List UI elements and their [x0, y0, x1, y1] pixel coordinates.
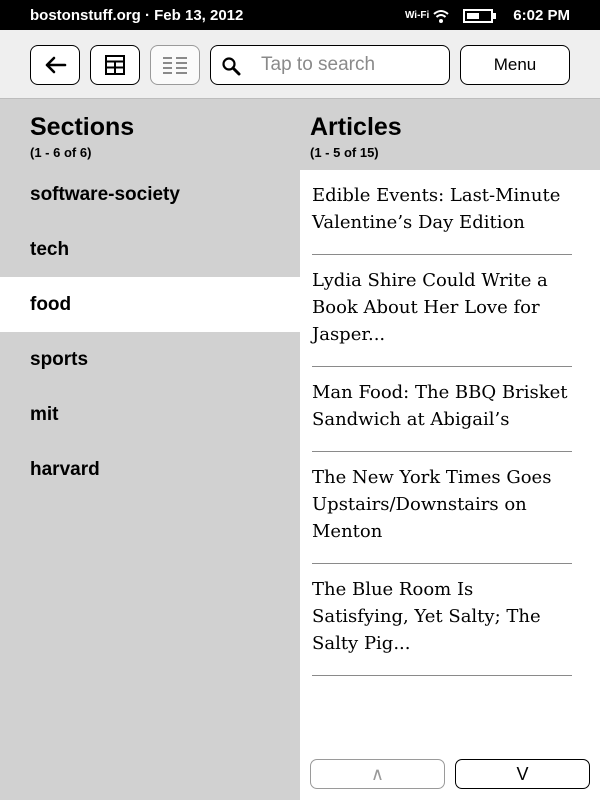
search-box[interactable] [210, 45, 450, 85]
article-item[interactable]: The New York Times Goes Upstairs/Downsta… [312, 452, 572, 564]
article-item[interactable]: Man Food: The BBQ Brisket Sandwich at Ab… [312, 367, 572, 452]
section-item-sports[interactable]: sports [0, 332, 300, 387]
section-item-software-society[interactable]: software-society [0, 167, 300, 222]
search-input[interactable] [261, 53, 441, 77]
battery-icon [463, 8, 497, 23]
wifi-icon [433, 9, 449, 23]
list-view-button[interactable] [150, 45, 200, 85]
article-item[interactable]: Lydia Shire Could Write a Book About Her… [312, 255, 572, 367]
articles-header: Articles (1 - 5 of 15) [300, 99, 600, 170]
sections-count: (1 - 6 of 6) [30, 145, 92, 160]
article-item[interactable]: The Blue Room Is Satisfying, Yet Salty; … [312, 564, 572, 676]
back-button[interactable] [30, 45, 80, 85]
back-arrow-icon [45, 56, 67, 74]
status-bar: bostonstuff.org · Feb 13, 2012 Wi-Fi 6:0… [0, 0, 600, 30]
status-indicators: Wi-Fi 6:02 PM [405, 7, 570, 24]
articles-title: Articles [310, 113, 402, 141]
section-list: software-society tech food sports mit ha… [0, 167, 300, 497]
articles-count: (1 - 5 of 15) [310, 145, 379, 160]
list-view-icon [163, 57, 187, 74]
page-down-button[interactable]: V [455, 759, 590, 789]
section-item-food[interactable]: food [0, 277, 300, 332]
grid-view-button[interactable] [90, 45, 140, 85]
clock-label: 6:02 PM [513, 7, 570, 24]
section-item-mit[interactable]: mit [0, 387, 300, 442]
search-icon [222, 57, 241, 76]
article-list: Edible Events: Last-Minute Valentine’s D… [312, 170, 572, 676]
page-up-button[interactable]: ∧ [310, 759, 445, 789]
sections-panel: Sections (1 - 6 of 6) software-society t… [0, 99, 300, 800]
wifi-label: Wi-Fi [404, 10, 430, 21]
section-item-tech[interactable]: tech [0, 222, 300, 277]
site-date-label: bostonstuff.org · Feb 13, 2012 [30, 7, 244, 24]
grid-view-icon [105, 55, 125, 75]
sections-title: Sections [30, 113, 135, 141]
section-item-harvard[interactable]: harvard [0, 442, 300, 497]
article-item[interactable]: Edible Events: Last-Minute Valentine’s D… [312, 170, 572, 255]
toolbar: Menu [0, 30, 600, 99]
menu-button[interactable]: Menu [460, 45, 570, 85]
articles-panel: Articles (1 - 5 of 15) Edible Events: La… [300, 99, 600, 800]
